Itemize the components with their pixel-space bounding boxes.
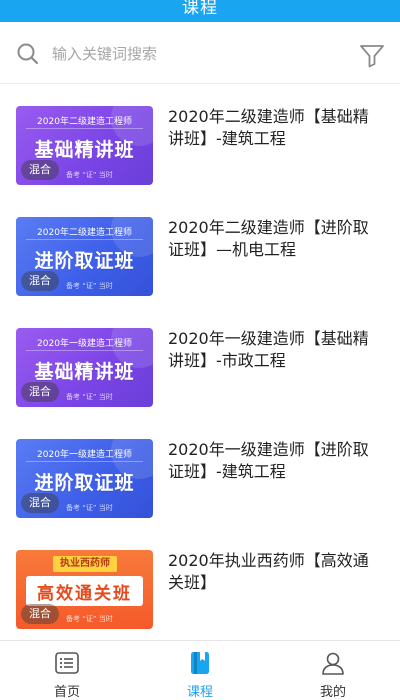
mode-badge: 混合 xyxy=(21,382,59,402)
course-item[interactable]: 2020年二级建造工程师 进阶取证班 备考 “证” 当时 混合 2020年二级建… xyxy=(0,196,400,307)
tab-label: 我的 xyxy=(319,685,346,700)
course-title[interactable]: 2020年执业西药师【高效通关班】 xyxy=(168,550,383,594)
thumbnail-slogan: 备考 “证” 当时 xyxy=(66,171,113,179)
course-title[interactable]: 2020年一级建造师【进阶取证班】-建筑工程 xyxy=(168,439,383,483)
thumbnail-class-name: 进阶取证班 xyxy=(34,472,135,494)
tab-courses[interactable]: 课程 xyxy=(133,641,267,700)
thumbnail-class-name: 进阶取证班 xyxy=(34,250,135,272)
search-input[interactable] xyxy=(52,42,342,66)
mode-badge: 混合 xyxy=(21,271,59,291)
course-item[interactable]: 2020年二级建造工程师 基础精讲班 备考 “证” 当时 混合 2020年二级建… xyxy=(0,85,400,196)
book-icon xyxy=(191,652,209,674)
course-title[interactable]: 2020年二级建造师【进阶取证班】—机电工程 xyxy=(168,217,383,261)
mode-badge: 混合 xyxy=(21,493,59,513)
thumbnail-slogan: 备考 “证” 当时 xyxy=(66,282,113,290)
search-icon[interactable] xyxy=(16,42,40,66)
thumbnail-class-name: 基础精讲班 xyxy=(34,361,135,383)
thumbnail-exam-name: 2020年一级建造工程师 xyxy=(26,337,143,351)
course-list: 2020年二级建造工程师 基础精讲班 备考 “证” 当时 混合 2020年二级建… xyxy=(0,85,400,640)
course-item[interactable]: 2020年一级建造工程师 基础精讲班 备考 “证” 当时 混合 2020年一级建… xyxy=(0,307,400,418)
course-thumbnail[interactable]: 2020年二级建造工程师 进阶取证班 备考 “证” 当时 混合 xyxy=(16,217,153,296)
home-list-icon xyxy=(55,652,79,674)
course-thumbnail[interactable]: 2020年一级建造工程师 基础精讲班 备考 “证” 当时 混合 xyxy=(16,328,153,407)
course-item[interactable]: 执业西药师 高效通关班 备考 “证” 当时 混合 2020年执业西药师【高效通关… xyxy=(0,529,400,640)
tab-home[interactable]: 首页 xyxy=(0,641,134,700)
course-thumbnail[interactable]: 执业西药师 高效通关班 备考 “证” 当时 混合 xyxy=(16,550,153,629)
tab-label: 首页 xyxy=(53,685,80,700)
thumbnail-class-name: 高效通关班 xyxy=(37,584,132,604)
course-title[interactable]: 2020年二级建造师【基础精讲班】-建筑工程 xyxy=(168,106,383,150)
filter-icon[interactable] xyxy=(358,41,386,69)
mode-badge: 混合 xyxy=(21,160,59,180)
user-icon xyxy=(322,652,344,675)
thumbnail-exam-name: 执业西药师 xyxy=(53,556,117,572)
thumbnail-slogan: 备考 “证” 当时 xyxy=(66,615,113,623)
course-thumbnail[interactable]: 2020年二级建造工程师 基础精讲班 备考 “证” 当时 混合 xyxy=(16,106,153,185)
search-bar xyxy=(0,22,400,84)
course-item[interactable]: 2020年一级建造工程师 进阶取证班 备考 “证” 当时 混合 2020年一级建… xyxy=(0,418,400,529)
thumbnail-exam-name: 2020年一级建造工程师 xyxy=(26,448,143,462)
thumbnail-slogan: 备考 “证” 当时 xyxy=(66,504,113,512)
page-title: 课程 xyxy=(182,0,218,18)
thumbnail-slogan: 备考 “证” 当时 xyxy=(66,393,113,401)
tab-label: 课程 xyxy=(186,685,213,700)
thumbnail-exam-name: 2020年二级建造工程师 xyxy=(26,226,143,240)
app-header: 课程 xyxy=(0,0,400,22)
course-title[interactable]: 2020年一级建造师【基础精讲班】-市政工程 xyxy=(168,328,383,372)
thumbnail-class-name: 基础精讲班 xyxy=(34,139,135,161)
mode-badge: 混合 xyxy=(21,604,59,624)
course-thumbnail[interactable]: 2020年一级建造工程师 进阶取证班 备考 “证” 当时 混合 xyxy=(16,439,153,518)
tab-profile[interactable]: 我的 xyxy=(266,641,400,700)
thumbnail-exam-name: 2020年二级建造工程师 xyxy=(26,115,143,129)
bottom-tab-bar: 首页 课程 我的 xyxy=(0,640,400,700)
